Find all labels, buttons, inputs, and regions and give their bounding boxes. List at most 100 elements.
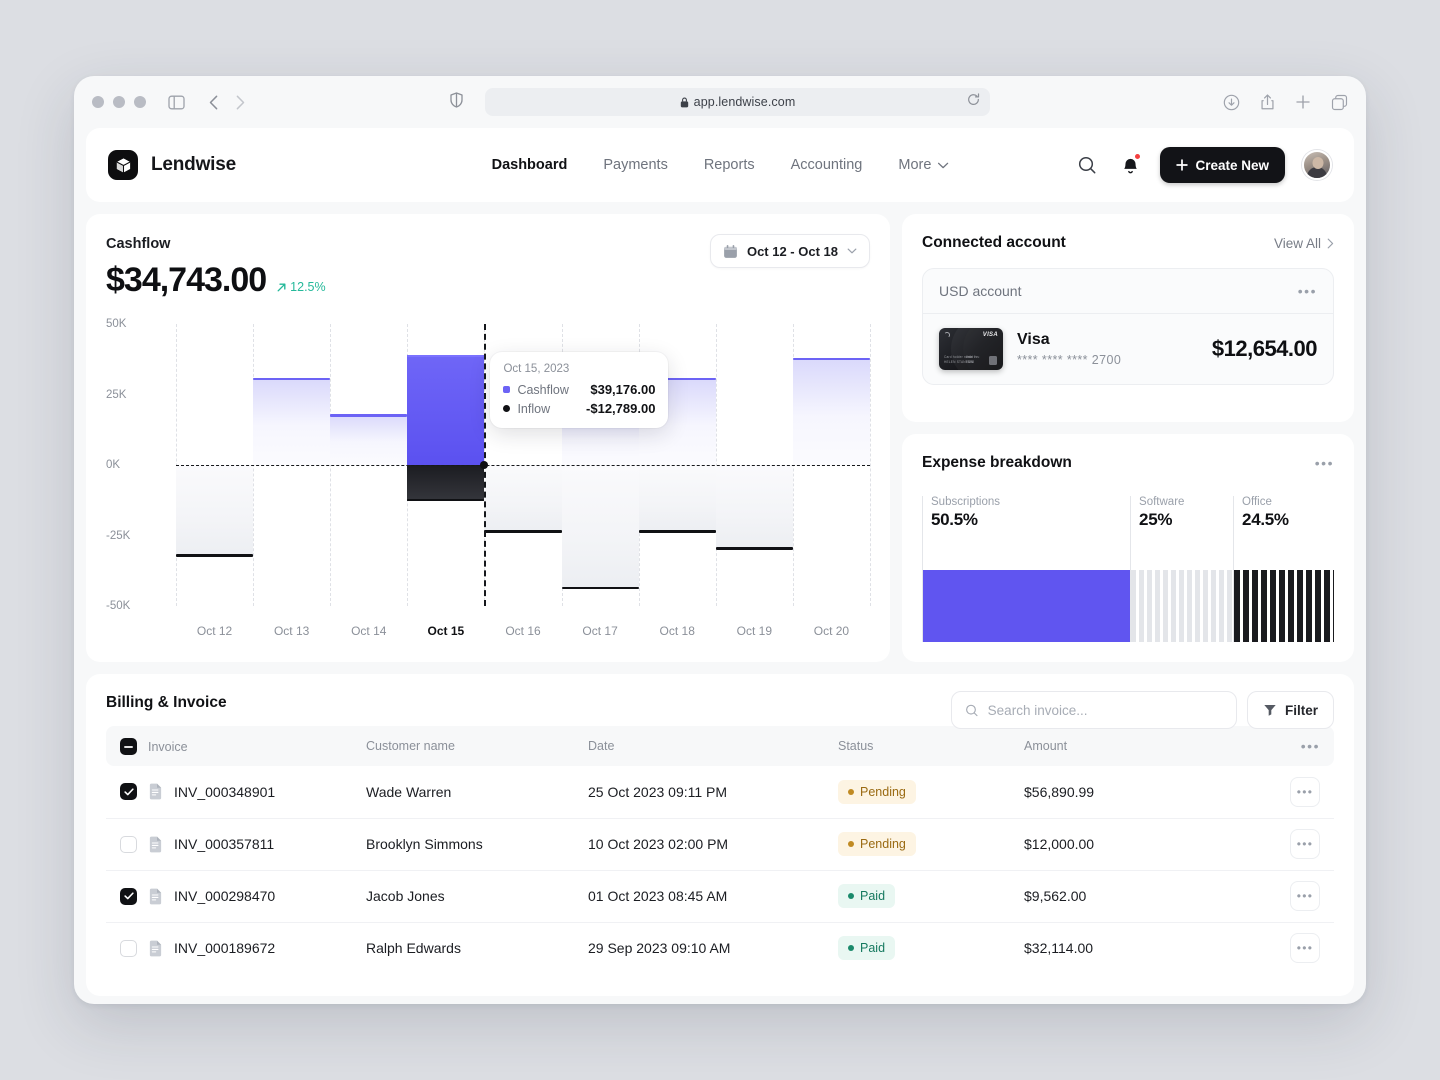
th-date: Date — [588, 726, 838, 766]
chart-bar[interactable] — [484, 465, 561, 533]
document-icon — [148, 783, 163, 800]
account-card-row[interactable]: VISA Card holder nameHELEN STANTON Valid… — [923, 314, 1333, 384]
cell-status: Paid — [838, 922, 1024, 974]
tooltip-row-cashflow: Cashflow $39,176.00 — [503, 382, 655, 397]
status-label: Paid — [860, 889, 885, 903]
row-menu-button[interactable]: ••• — [1290, 933, 1320, 963]
expense-segment[interactable]: Office24.5% — [1233, 496, 1334, 642]
status-badge: Pending — [838, 780, 916, 804]
row-checkbox[interactable] — [120, 888, 137, 905]
tab-overview-icon[interactable] — [1331, 94, 1348, 111]
y-axis-tick: 0K — [106, 459, 120, 471]
minimize-window-button[interactable] — [113, 96, 125, 108]
bar-inflow-cap — [639, 530, 716, 533]
sidebar-toggle-icon[interactable] — [168, 95, 185, 110]
tooltip-key-inflow: Inflow — [503, 402, 550, 416]
date-range-value: Oct 12 - Oct 18 — [747, 244, 838, 259]
nav-item-payments[interactable]: Payments — [603, 157, 667, 173]
document-icon — [148, 888, 163, 905]
row-checkbox[interactable] — [120, 940, 137, 957]
select-all-checkbox[interactable] — [120, 738, 137, 755]
account-menu-icon[interactable]: ••• — [1298, 283, 1317, 299]
row-menu-button[interactable]: ••• — [1290, 829, 1320, 859]
status-dot-icon — [848, 841, 854, 847]
row-menu-button[interactable]: ••• — [1290, 777, 1320, 807]
expense-segment-percent: 50.5% — [931, 510, 1130, 530]
create-new-button[interactable]: Create New — [1160, 147, 1285, 183]
expense-menu-icon[interactable]: ••• — [1315, 455, 1334, 471]
tooltip-key-cashflow: Cashflow — [503, 383, 568, 397]
nav-item-reports[interactable]: Reports — [704, 157, 755, 173]
x-axis-tick: Oct 13 — [274, 624, 309, 638]
chrome-right-actions — [1223, 93, 1348, 111]
nav-item-more[interactable]: More — [898, 157, 948, 173]
chart-bar[interactable] — [407, 355, 484, 502]
chart-bar[interactable] — [253, 378, 330, 465]
filter-button[interactable]: Filter — [1247, 691, 1334, 729]
table-header-menu-icon[interactable]: ••• — [1301, 738, 1320, 754]
bell-icon[interactable] — [1117, 152, 1143, 178]
download-icon[interactable] — [1223, 94, 1240, 111]
x-axis-tick: Oct 15 — [428, 624, 465, 638]
tooltip-row-inflow: Inflow -$12,789.00 — [503, 401, 655, 416]
x-axis-tick: Oct 20 — [814, 624, 849, 638]
status-badge: Paid — [838, 936, 895, 960]
y-axis-tick: -25K — [106, 530, 130, 542]
bar-inflow-cap — [407, 499, 484, 502]
date-range-picker[interactable]: Oct 12 - Oct 18 — [710, 234, 870, 268]
plus-icon — [1176, 159, 1188, 171]
status-dot-icon — [848, 789, 854, 795]
table-row[interactable]: INV_000298470Jacob Jones01 Oct 2023 08:4… — [106, 870, 1334, 922]
table-row[interactable]: INV_000189672Ralph Edwards29 Sep 2023 09… — [106, 922, 1334, 974]
cell-amount: $32,114.00••• — [1024, 922, 1334, 974]
cell-status: Pending — [838, 766, 1024, 818]
cell-invoice: INV_000189672 — [106, 922, 366, 974]
brand[interactable]: Lendwise — [108, 150, 236, 180]
table-row[interactable]: INV_000348901Wade Warren25 Oct 2023 09:1… — [106, 766, 1334, 818]
chart-bar[interactable] — [176, 465, 253, 557]
expense-segment[interactable]: Software25% — [1130, 496, 1233, 642]
chart-bar[interactable] — [330, 414, 407, 465]
search-invoice-box[interactable] — [951, 691, 1237, 729]
row-checkbox[interactable] — [120, 836, 137, 853]
invoice-id: INV_000298470 — [174, 888, 275, 904]
tooltip-label-inflow: Inflow — [517, 402, 550, 416]
search-icon[interactable] — [1074, 152, 1100, 178]
chart-bar[interactable] — [562, 406, 639, 589]
close-window-button[interactable] — [92, 96, 104, 108]
status-label: Pending — [860, 837, 906, 851]
table-row[interactable]: INV_000357811Brooklyn Simmons10 Oct 2023… — [106, 818, 1334, 870]
expense-segment[interactable]: Subscriptions50.5% — [922, 496, 1130, 642]
share-icon[interactable] — [1260, 93, 1275, 111]
chart-bar[interactable] — [793, 358, 870, 465]
search-input[interactable] — [988, 703, 1223, 718]
expense-segment-bar — [1234, 570, 1334, 642]
invoice-id: INV_000348901 — [174, 784, 275, 800]
address-bar[interactable]: app.lendwise.com — [485, 88, 990, 116]
connected-account-card: Connected account View All USD account •… — [902, 214, 1354, 422]
notification-badge — [1134, 153, 1141, 160]
maximize-window-button[interactable] — [134, 96, 146, 108]
card-number: **** **** **** 2700 — [1017, 353, 1121, 367]
nav-item-dashboard[interactable]: Dashboard — [492, 157, 568, 173]
row-checkbox[interactable] — [120, 783, 137, 800]
amount-value: $12,000.00 — [1024, 836, 1290, 852]
row-menu-button[interactable]: ••• — [1290, 881, 1320, 911]
avatar[interactable] — [1302, 150, 1332, 180]
window-controls[interactable] — [92, 96, 146, 108]
th-amount: Amount ••• — [1024, 726, 1334, 766]
view-all-link[interactable]: View All — [1274, 236, 1334, 251]
status-label: Paid — [860, 941, 885, 955]
nav-item-accounting[interactable]: Accounting — [791, 157, 863, 173]
address-bar-container: app.lendwise.com — [450, 88, 990, 116]
bar-cashflow-cap — [407, 355, 484, 358]
chart-gridline — [870, 324, 871, 606]
back-button[interactable] — [209, 95, 218, 110]
privacy-shield-icon[interactable] — [450, 92, 463, 113]
chevron-right-icon — [1327, 238, 1334, 249]
new-tab-icon[interactable] — [1295, 94, 1311, 110]
reload-button[interactable] — [967, 93, 980, 111]
chart-bar[interactable] — [716, 465, 793, 550]
forward-button[interactable] — [236, 95, 245, 110]
browser-chrome: app.lendwise.com — [74, 76, 1366, 128]
